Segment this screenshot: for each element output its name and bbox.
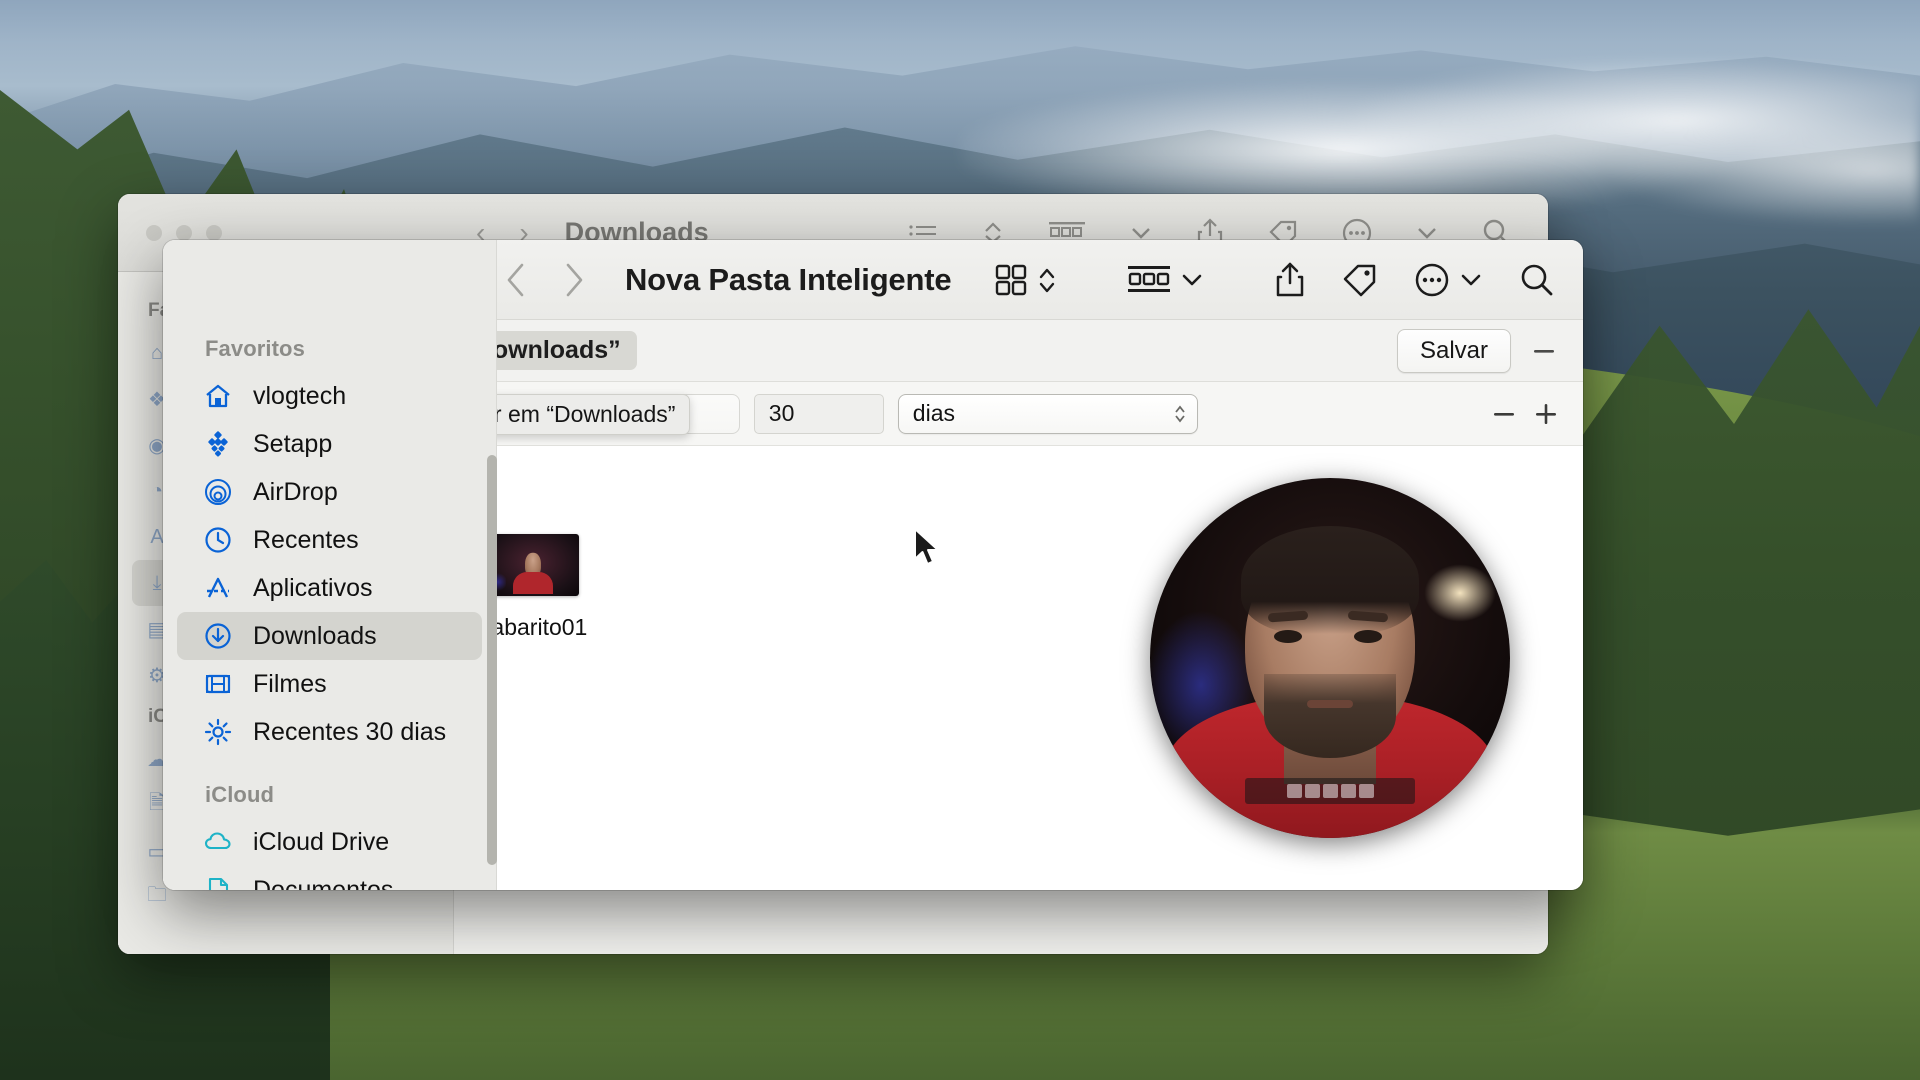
recents-clock-icon xyxy=(203,525,233,555)
sidebar-item-label: Setapp xyxy=(253,429,333,458)
sidebar-item-airdrop[interactable]: AirDrop xyxy=(177,468,482,516)
toolbar-right-group xyxy=(976,255,1583,305)
criteria-value-input[interactable]: 30 xyxy=(753,393,884,434)
sidebar-top-spacer xyxy=(163,240,496,320)
maximize-button-inactive[interactable] xyxy=(206,224,222,241)
sidebar-item-label: iCloud Drive xyxy=(253,827,390,856)
sidebar-item-recentes[interactable]: Recentes xyxy=(177,516,482,564)
group-by-control[interactable] xyxy=(1109,258,1222,302)
share-control[interactable] xyxy=(1256,255,1324,305)
chevron-updown-icon[interactable] xyxy=(1037,263,1057,297)
logo-block xyxy=(1340,784,1356,798)
remove-row-button[interactable] xyxy=(1489,399,1519,429)
downloads-icon xyxy=(203,621,233,651)
criteria-unit-select[interactable]: dias xyxy=(897,393,1198,434)
document-icon xyxy=(203,875,233,890)
background-traffic-lights[interactable] xyxy=(118,224,454,241)
home-icon xyxy=(203,381,233,411)
sidebar-scrollbar[interactable] xyxy=(487,455,497,865)
minus-icon[interactable] xyxy=(1489,399,1519,429)
sidebar-item-label: Recentes xyxy=(253,525,359,554)
share-icon[interactable] xyxy=(1274,261,1306,299)
tag-control[interactable] xyxy=(1324,257,1396,303)
more-ellipsis-icon[interactable] xyxy=(1414,262,1450,298)
logo-block xyxy=(1304,784,1320,798)
webcam-eye-right xyxy=(1354,630,1382,643)
navigation-buttons[interactable] xyxy=(503,260,587,300)
tag-icon[interactable] xyxy=(1342,263,1378,297)
chevron-down-icon[interactable] xyxy=(1180,270,1204,290)
minus-icon[interactable] xyxy=(1529,336,1559,366)
forward-button[interactable] xyxy=(561,260,587,300)
sidebar-section-favoritos: Favoritos xyxy=(205,336,305,361)
chevron-updown-icon xyxy=(1173,403,1187,425)
sidebar-item-label: vlogtech xyxy=(253,381,347,410)
cloud-icon xyxy=(203,827,233,857)
chevron-down-icon[interactable] xyxy=(1416,225,1438,241)
webcam-warm-light xyxy=(1424,564,1496,622)
save-button[interactable]: Salvar xyxy=(1396,328,1511,373)
close-button-inactive[interactable] xyxy=(146,224,162,241)
movies-icon xyxy=(203,669,233,699)
logo-block xyxy=(1322,784,1338,798)
sidebar-item-downloads[interactable]: Downloads xyxy=(177,612,482,660)
view-mode-control[interactable] xyxy=(976,257,1075,303)
icon-view-grid-icon[interactable] xyxy=(994,263,1028,297)
window-title: Nova Pasta Inteligente xyxy=(625,261,952,297)
scope-right-controls: Salvar xyxy=(1396,328,1561,373)
sidebar-item-label: AirDrop xyxy=(253,477,338,506)
logo-block xyxy=(1358,784,1374,798)
sidebar-section-icloud: iCloud xyxy=(205,782,275,807)
mouse-cursor xyxy=(912,527,942,576)
sidebar-item-icloud-drive[interactable]: iCloud Drive xyxy=(177,818,482,866)
sidebar-item-label: Filmes xyxy=(253,669,327,698)
back-button[interactable] xyxy=(503,260,529,300)
remove-criteria-button[interactable] xyxy=(1527,334,1561,368)
airdrop-icon xyxy=(203,477,233,507)
search-icon[interactable] xyxy=(1519,262,1555,298)
setapp-icon xyxy=(203,429,233,459)
thumbnail-person-shirt xyxy=(513,572,553,594)
webcam-beard xyxy=(1264,674,1396,758)
criteria-row-buttons xyxy=(1489,399,1561,429)
sidebar-item-filmes[interactable]: Filmes xyxy=(177,660,482,708)
add-row-button[interactable] xyxy=(1531,399,1561,429)
chevron-down-icon[interactable] xyxy=(1459,270,1483,290)
search-control[interactable] xyxy=(1501,256,1573,304)
sidebar-item-vlogtech[interactable]: vlogtech xyxy=(177,372,482,420)
minimize-button-inactive[interactable] xyxy=(176,224,192,241)
more-actions-control[interactable] xyxy=(1396,256,1501,304)
plus-icon[interactable] xyxy=(1531,399,1561,429)
sidebar-item-label: Downloads xyxy=(253,621,377,650)
webcam-mouth xyxy=(1307,700,1353,708)
sidebar-item-label: Aplicativos xyxy=(253,573,373,602)
webcam-eye-left xyxy=(1274,630,1302,643)
criteria-unit-value: dias xyxy=(912,400,955,426)
sidebar-item-documentos[interactable]: Documentos xyxy=(177,866,482,890)
logo-block xyxy=(1286,784,1302,798)
webcam-shirt-logo xyxy=(1245,778,1415,804)
finder-sidebar[interactable]: Favoritos vlogtech Setapp AirDrop Recent… xyxy=(163,240,497,890)
sidebar-item-aplicativos[interactable]: Aplicativos xyxy=(177,564,482,612)
sidebar-item-label: Recentes 30 dias xyxy=(253,717,447,746)
sidebar-item-label: Documentos xyxy=(253,875,394,891)
group-by-icon[interactable] xyxy=(1127,264,1171,296)
webcam-overlay xyxy=(1150,478,1510,838)
sidebar-item-setapp[interactable]: Setapp xyxy=(177,420,482,468)
gear-icon xyxy=(203,717,233,747)
sidebar-item-recentes-30-dias[interactable]: Recentes 30 dias xyxy=(177,708,482,756)
applications-icon xyxy=(203,573,233,603)
video-file-thumbnail xyxy=(487,534,579,596)
chevron-down-icon[interactable] xyxy=(1130,225,1152,241)
